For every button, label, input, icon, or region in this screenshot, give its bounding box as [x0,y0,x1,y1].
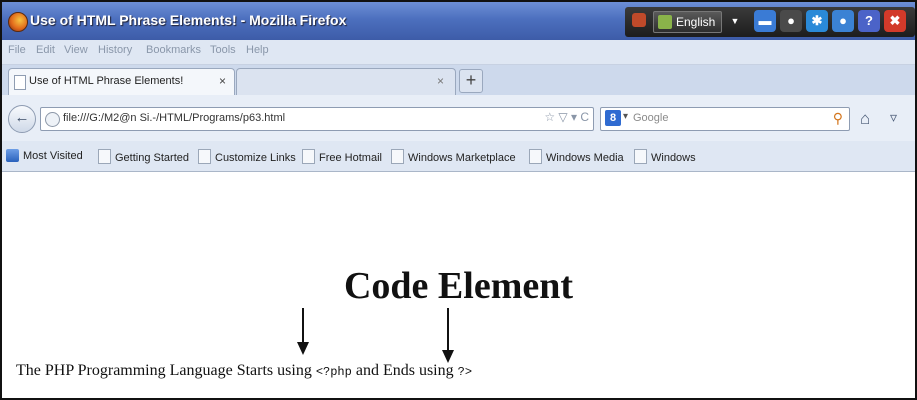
help-icon[interactable]: ? [858,10,880,32]
page-icon [302,149,315,164]
language-label: English [676,15,716,29]
close-icon[interactable]: ✖ [884,10,906,32]
url-action-icons[interactable]: ☆ ▽ ▾ C [544,110,589,124]
menu-file[interactable]: File [8,44,26,56]
search-bar[interactable]: 8 ▾ Google ⚲ [600,107,850,131]
globe-icon [45,112,60,127]
code-end: ?> [457,365,473,379]
mouse-icon[interactable]: ● [780,10,802,32]
navigation-bar: ← file:///G:/M2@n Si.-/HTML/Programs/p63… [2,95,915,141]
tab-inactive[interactable]: × [236,68,456,95]
search-engine-icon[interactable]: 8 [605,110,621,126]
bookmark-windows-media[interactable]: Windows Media [529,149,624,164]
search-input[interactable]: Google [633,112,668,124]
menu-edit[interactable]: Edit [36,44,55,56]
text-middle: and Ends using [351,362,458,379]
tab-active[interactable]: Use of HTML Phrase Elements! × [8,68,235,95]
url-text[interactable]: file:///G:/M2@n Si.-/HTML/Programs/p63.h… [63,112,285,124]
bookmark-getting-started[interactable]: Getting Started [98,149,189,164]
menu-bookmarks[interactable]: Bookmarks [146,44,201,56]
tab-bar: Use of HTML Phrase Elements! × × + [2,65,915,95]
menu-history[interactable]: History [98,44,132,56]
page-icon [634,149,647,164]
menu-bar: File Edit View History Bookmarks Tools H… [2,40,915,65]
page-icon [391,149,404,164]
arrow-down-icon [297,342,309,355]
pocket-icon[interactable]: ▿ [890,109,897,126]
arrow-line-2 [447,308,449,354]
url-bar[interactable]: file:///G:/M2@n Si.-/HTML/Programs/p63.h… [40,107,594,131]
tab-label: Use of HTML Phrase Elements! [29,75,184,87]
bookmarks-bar: Most Visited Getting Started Customize L… [2,141,915,172]
language-dropdown-icon[interactable]: ▼ [728,11,742,31]
page-icon [98,149,111,164]
search-icon[interactable]: ⚲ [833,110,843,127]
minimize-icon[interactable]: ▬ [754,10,776,32]
page-icon [198,149,211,164]
page-content: Code Element The PHP Programming Languag… [2,172,915,398]
bookmark-folder-icon [6,149,19,162]
language-icon [658,15,672,29]
arrow-line-1 [302,308,304,346]
window-title: Use of HTML Phrase Elements! - Mozilla F… [30,12,347,28]
home-icon[interactable]: ⌂ [860,109,870,129]
bookmark-customize-links[interactable]: Customize Links [198,149,296,164]
page-icon [14,75,26,90]
page-heading: Code Element [343,265,574,307]
menu-tools[interactable]: Tools [210,44,236,56]
code-start: <?php [315,365,352,379]
bookmark-windows-marketplace[interactable]: Windows Marketplace [391,149,516,164]
tab-close-icon[interactable]: × [437,74,444,88]
tab-close-icon[interactable]: × [219,74,226,88]
text-before: The PHP Programming Language Starts usin… [16,362,316,379]
menu-view[interactable]: View [64,44,88,56]
menu-help[interactable]: Help [246,44,269,56]
search-engine-dropdown-icon[interactable]: ▾ [623,111,628,122]
bookmark-windows[interactable]: Windows [634,149,696,164]
new-tab-button[interactable]: + [459,69,483,93]
bookmark-free-hotmail[interactable]: Free Hotmail [302,149,382,164]
browser-window: Use of HTML Phrase Elements! - Mozilla F… [0,0,917,400]
php-paragraph: The PHP Programming Language Starts usin… [16,362,472,380]
settings-icon[interactable]: ✱ [806,10,828,32]
bookmark-most-visited[interactable]: Most Visited [6,149,83,162]
page-icon [529,149,542,164]
pin-icon[interactable] [632,13,646,27]
language-button[interactable]: English [653,11,723,33]
back-button[interactable]: ← [8,105,36,133]
shield-icon[interactable]: ● [832,10,854,32]
title-bar: Use of HTML Phrase Elements! - Mozilla F… [2,2,915,40]
firefox-logo-icon [8,12,28,32]
